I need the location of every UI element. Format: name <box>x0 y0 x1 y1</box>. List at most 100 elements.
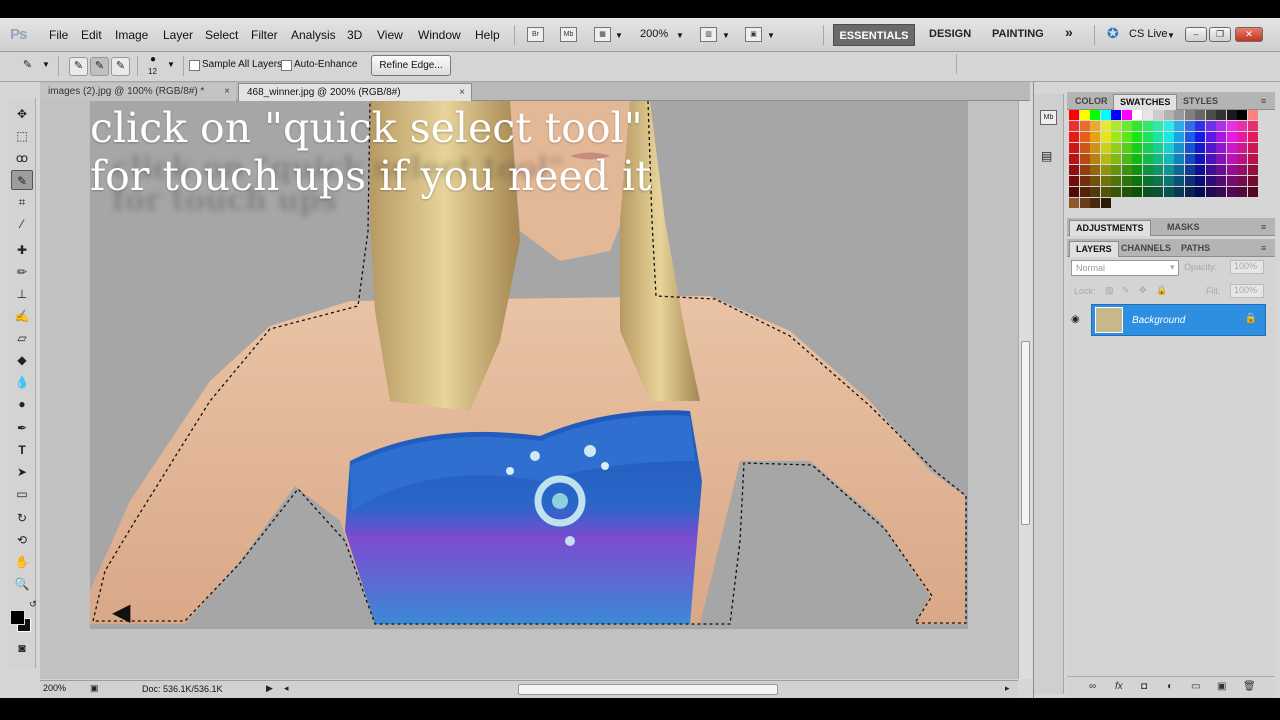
swatch[interactable] <box>1226 132 1237 142</box>
swatch[interactable] <box>1184 187 1195 197</box>
menu-edit[interactable]: Edit <box>81 28 102 42</box>
swatch[interactable] <box>1195 176 1205 186</box>
swatch[interactable] <box>1069 198 1079 208</box>
swatch[interactable] <box>1069 110 1079 120</box>
swatch[interactable] <box>1153 110 1163 120</box>
swatch[interactable] <box>1121 110 1132 120</box>
link-layers-icon[interactable]: ∞ <box>1089 681 1096 692</box>
swatch[interactable] <box>1195 110 1205 120</box>
swatch[interactable] <box>1226 154 1237 164</box>
swatch[interactable] <box>1195 143 1205 153</box>
swatch[interactable] <box>1132 187 1142 197</box>
swatch[interactable] <box>1142 132 1153 142</box>
swatch[interactable] <box>1174 121 1184 131</box>
chevron-down-icon[interactable]: ▼ <box>167 60 175 69</box>
swatch[interactable] <box>1226 165 1237 175</box>
crop-tool-icon[interactable]: ⌗ <box>11 192 33 212</box>
close-tab-icon[interactable]: × <box>459 84 465 101</box>
maximize-button[interactable]: ❐ <box>1209 27 1231 42</box>
workspace-painting[interactable]: PAINTING <box>992 28 1044 40</box>
swatch[interactable] <box>1142 110 1153 120</box>
swatch[interactable] <box>1100 143 1111 153</box>
tab-document-images-2[interactable]: images (2).jpg @ 100% (RGB/8#) * × <box>40 83 236 101</box>
new-layer-icon[interactable]: ▣ <box>1217 681 1226 692</box>
swatch[interactable] <box>1247 154 1258 164</box>
swatch[interactable] <box>1184 165 1195 175</box>
new-group-icon[interactable]: ▭ <box>1191 681 1200 692</box>
swatch[interactable] <box>1163 132 1174 142</box>
history-brush-tool-icon[interactable]: ✍ <box>11 306 33 326</box>
swatch[interactable] <box>1069 154 1079 164</box>
swatch[interactable] <box>1237 165 1247 175</box>
swatch[interactable] <box>1153 154 1163 164</box>
swatch[interactable] <box>1205 176 1216 186</box>
brush-size-value[interactable]: 12 <box>148 67 157 76</box>
swatch[interactable] <box>1184 154 1195 164</box>
swatch[interactable] <box>1247 110 1258 120</box>
mini-bridge-button[interactable]: Mb <box>560 27 577 42</box>
swatch[interactable] <box>1153 121 1163 131</box>
eyedropper-tool-icon[interactable]: ⁄ <box>11 214 33 234</box>
swatch[interactable] <box>1111 165 1121 175</box>
vertical-scrollbar[interactable] <box>1018 101 1032 679</box>
3d-rotate-tool-icon[interactable]: ↻ <box>11 508 33 528</box>
swatch[interactable] <box>1174 176 1184 186</box>
swatch[interactable] <box>1100 110 1111 120</box>
tab-color[interactable]: COLOR <box>1069 94 1114 110</box>
add-mask-icon[interactable]: ◘ <box>1141 681 1147 692</box>
swatch[interactable] <box>1090 121 1100 131</box>
lasso-tool-icon[interactable]: ꝏ <box>11 148 33 168</box>
tab-paths[interactable]: PATHS <box>1175 241 1216 257</box>
swatch[interactable] <box>1111 132 1121 142</box>
panel-menu-icon[interactable]: ≡ <box>1255 94 1272 110</box>
swatch[interactable] <box>1174 132 1184 142</box>
menu-analysis[interactable]: Analysis <box>291 28 336 42</box>
more-workspaces-icon[interactable]: » <box>1065 24 1073 40</box>
swatch[interactable] <box>1226 121 1237 131</box>
mini-bridge-panel-icon[interactable]: Mb <box>1040 110 1057 125</box>
quick-select-tool-icon[interactable]: ✎ <box>11 170 33 190</box>
swatch[interactable] <box>1121 165 1132 175</box>
opacity-field[interactable]: 100% <box>1230 260 1264 274</box>
tab-masks[interactable]: MASKS <box>1161 220 1206 236</box>
swatch[interactable] <box>1090 165 1100 175</box>
workspace-essentials[interactable]: ESSENTIALS <box>833 24 915 46</box>
swatch[interactable] <box>1069 143 1079 153</box>
swatch[interactable] <box>1205 132 1216 142</box>
swatch[interactable] <box>1142 165 1153 175</box>
swatch[interactable] <box>1121 143 1132 153</box>
swatch[interactable] <box>1184 110 1195 120</box>
brush-tool-icon[interactable]: ✏ <box>11 262 33 282</box>
scroll-left-arrow-icon[interactable]: ◂ <box>284 683 289 694</box>
swatch[interactable] <box>1237 110 1247 120</box>
layer-style-icon[interactable]: fx <box>1115 681 1123 692</box>
pen-tool-icon[interactable]: ✒ <box>11 418 33 438</box>
swatch[interactable] <box>1174 143 1184 153</box>
menu-layer[interactable]: Layer <box>163 28 193 42</box>
swatch[interactable] <box>1121 121 1132 131</box>
swatch[interactable] <box>1163 187 1174 197</box>
zoom-tool-icon[interactable]: 🔍 <box>11 574 33 594</box>
swatch[interactable] <box>1163 143 1174 153</box>
swatch[interactable] <box>1100 176 1111 186</box>
swatch[interactable] <box>1079 121 1090 131</box>
swatch[interactable] <box>1100 198 1111 208</box>
lock-all-icon[interactable]: 🔒 <box>1156 285 1167 296</box>
swatch[interactable] <box>1142 176 1153 186</box>
swatch[interactable] <box>1205 110 1216 120</box>
arrange-documents-icon[interactable]: ▥ <box>700 27 717 42</box>
blur-tool-icon[interactable]: 💧 <box>11 372 33 392</box>
dodge-tool-icon[interactable]: ● <box>11 394 33 414</box>
swatch[interactable] <box>1090 143 1100 153</box>
swatch[interactable] <box>1237 143 1247 153</box>
healing-brush-tool-icon[interactable]: ✚ <box>11 240 33 260</box>
swatch[interactable] <box>1247 176 1258 186</box>
swatch[interactable] <box>1069 176 1079 186</box>
swatch[interactable] <box>1100 132 1111 142</box>
swatch[interactable] <box>1121 154 1132 164</box>
auto-enhance-checkbox[interactable] <box>281 60 292 71</box>
move-tool-icon[interactable]: ✥ <box>11 104 33 124</box>
swatch[interactable] <box>1121 176 1132 186</box>
swatch[interactable] <box>1090 132 1100 142</box>
swatch[interactable] <box>1216 143 1226 153</box>
